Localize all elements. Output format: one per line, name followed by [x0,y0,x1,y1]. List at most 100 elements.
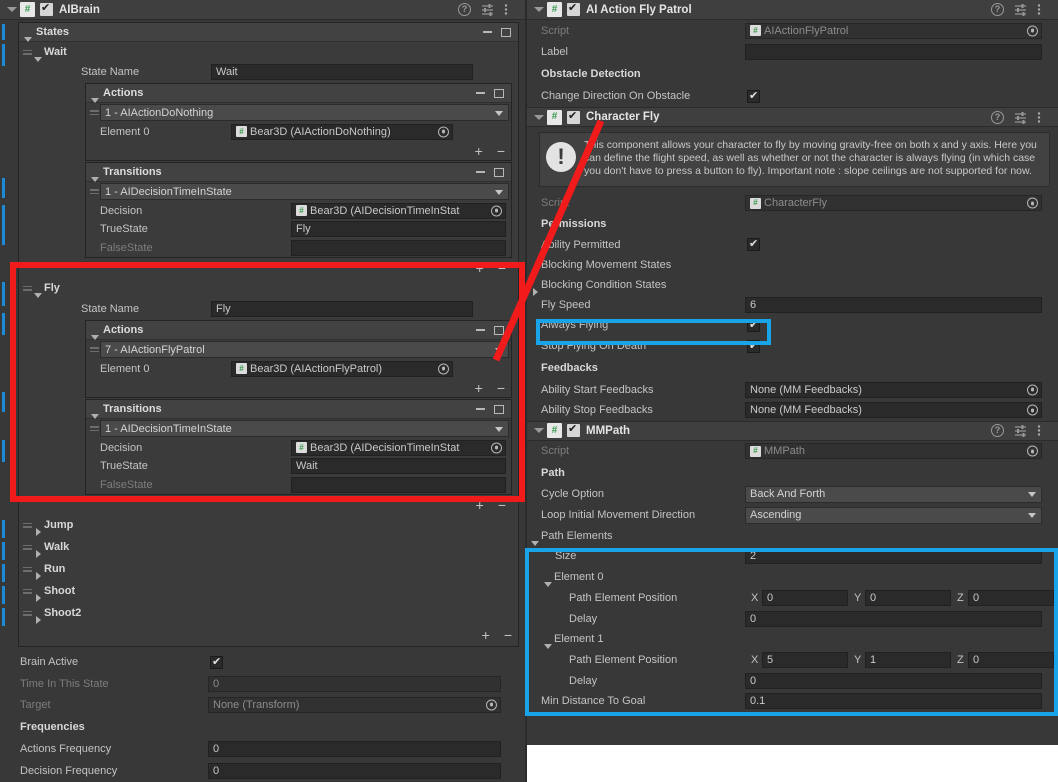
position-x-input[interactable]: 0 [762,590,848,607]
position-z-input[interactable]: 0 [968,590,1054,607]
position-y-input[interactable]: 1 [865,652,951,669]
collapse-icon[interactable] [476,92,485,94]
expand-window-icon[interactable] [494,325,504,335]
action-type-dropdown[interactable]: 1 - AIActionDoNothing [100,104,509,121]
add-button[interactable]: + [482,628,490,642]
delay-input[interactable]: 0 [745,672,1042,689]
script-object-field[interactable]: # AIActionFlyPatrol [745,22,1042,39]
preset-icon[interactable] [1014,3,1027,16]
help-icon[interactable] [991,424,1004,438]
position-z-input[interactable]: 0 [968,652,1054,669]
time-in-state-input[interactable]: 0 [208,675,501,692]
remove-button[interactable]: − [498,498,506,512]
kebab-menu-icon[interactable] [1037,111,1050,124]
object-picker-icon[interactable] [486,699,497,710]
preset-icon[interactable] [1014,111,1027,124]
states-box-header[interactable]: States [19,23,518,42]
ability-start-feedbacks-field[interactable]: None (MM Feedbacks) [745,381,1042,398]
add-button[interactable]: + [476,261,484,275]
drag-handle-icon[interactable] [88,347,100,352]
remove-button[interactable]: − [504,628,512,642]
transitions-box-header[interactable]: Transitions [86,163,511,182]
state-header-wait[interactable]: Wait [19,42,518,62]
collapse-icon[interactable] [476,171,485,173]
change-direction-checkbox[interactable] [747,89,760,103]
preset-icon[interactable] [481,3,494,16]
remove-button[interactable]: − [498,261,506,275]
character-fly-enabled-checkbox[interactable] [567,109,580,124]
ability-permitted-checkbox[interactable] [747,237,760,252]
collapse-icon[interactable] [483,31,492,33]
actions-box-header[interactable]: Actions [86,84,511,103]
expand-window-icon[interactable] [494,88,504,98]
drag-handle-icon[interactable] [21,566,33,572]
transition-type-dropdown[interactable]: 1 - AIDecisionTimeInState [100,183,509,200]
state-header-shoot[interactable]: Shoot [19,580,518,602]
actions-frequency-input[interactable]: 0 [208,741,501,757]
object-picker-icon[interactable] [438,126,449,137]
foldout-arrow-icon[interactable] [531,424,544,437]
add-button[interactable]: + [476,498,484,512]
always-flying-checkbox[interactable] [747,318,760,332]
state-header-jump[interactable]: Jump [19,514,518,536]
foldout-arrow-icon[interactable] [531,111,544,124]
fly-patrol-component-header[interactable]: # AI Action Fly Patrol [527,0,1058,20]
aibrain-component-header[interactable]: # AIBrain [0,0,525,20]
actions-box-header[interactable]: Actions [86,321,511,340]
drag-handle-icon[interactable] [21,588,33,594]
ability-stop-feedbacks-field[interactable]: None (MM Feedbacks) [745,402,1042,419]
help-icon[interactable] [991,3,1004,16]
object-picker-icon[interactable] [491,442,502,453]
kebab-menu-icon[interactable] [1037,424,1050,437]
position-y-input[interactable]: 0 [865,590,951,607]
brain-active-checkbox[interactable] [210,655,223,669]
object-picker-icon[interactable] [1027,25,1038,36]
loop-initial-dropdown[interactable]: Ascending [745,506,1042,524]
blocking-movement-states-row[interactable]: Blocking Movement States [527,255,1058,276]
foldout-arrow-icon[interactable] [531,3,544,16]
object-picker-icon[interactable] [1027,197,1038,209]
drag-handle-icon[interactable] [88,426,100,431]
add-button[interactable]: + [475,381,483,395]
kebab-menu-icon[interactable] [504,3,517,16]
transition-type-dropdown[interactable]: 1 - AIDecisionTimeInState [100,420,509,437]
path-size-input[interactable]: 2 [745,548,1042,565]
expand-window-icon[interactable] [494,167,504,177]
expand-window-icon[interactable] [494,404,504,414]
drag-handle-icon[interactable] [21,285,33,291]
path-elements-row[interactable]: Path Elements [527,526,1058,546]
falsestate-input[interactable] [291,476,506,493]
falsestate-input[interactable] [291,239,506,256]
help-icon[interactable] [991,110,1004,124]
drag-handle-icon[interactable] [21,610,33,616]
position-x-input[interactable]: 5 [762,652,848,669]
script-object-field[interactable]: # CharacterFly [745,195,1042,212]
target-object-field[interactable]: None (Transform) [208,696,501,713]
stop-flying-on-death-checkbox[interactable] [747,339,760,353]
object-picker-icon[interactable] [1027,404,1038,416]
state-header-walk[interactable]: Walk [19,536,518,558]
blocking-condition-states-row[interactable]: Blocking Condition States [527,275,1058,296]
element-object-field[interactable]: # Bear3D (AIActionFlyPatrol) [231,360,453,377]
object-picker-icon[interactable] [491,205,502,216]
decision-frequency-input[interactable]: 0 [208,763,501,779]
state-header-fly[interactable]: Fly [19,277,518,299]
object-picker-icon[interactable] [438,363,449,374]
object-picker-icon[interactable] [1027,445,1038,457]
collapse-icon[interactable] [476,408,485,410]
state-header-run[interactable]: Run [19,558,518,580]
action-type-dropdown[interactable]: 7 - AIActionFlyPatrol [100,341,509,358]
script-object-field[interactable]: # MMPath [745,443,1042,460]
drag-handle-icon[interactable] [88,110,100,115]
decision-object-field[interactable]: # Bear3D (AIDecisionTimeInStat [291,202,506,219]
help-icon[interactable] [458,3,471,16]
expand-window-icon[interactable] [501,27,511,37]
fly-speed-input[interactable]: 6 [745,296,1042,313]
collapse-icon[interactable] [476,329,485,331]
decision-object-field[interactable]: # Bear3D (AIDecisionTimeInStat [291,439,506,456]
state-name-input[interactable]: Fly [211,301,473,317]
truestate-input[interactable]: Wait [291,458,506,474]
remove-button[interactable]: − [497,144,505,158]
min-distance-input[interactable]: 0.1 [745,693,1042,710]
add-button[interactable]: + [475,144,483,158]
